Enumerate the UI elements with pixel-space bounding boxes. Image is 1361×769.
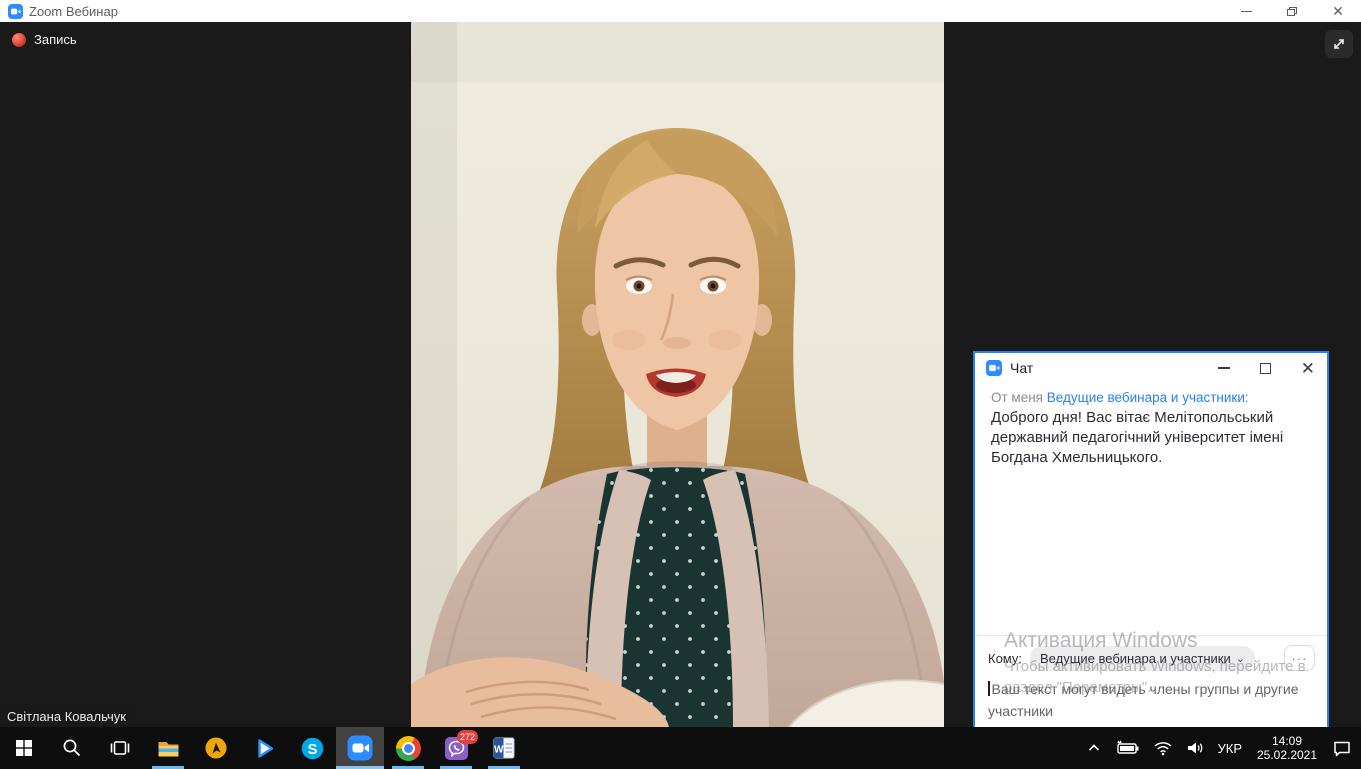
svg-text:S: S [307, 741, 317, 758]
windows-taskbar: S 272 [0, 727, 1361, 769]
record-dot-icon [12, 33, 26, 47]
play-icon [251, 735, 278, 762]
windows-logo-icon [12, 736, 36, 760]
restore-button[interactable] [1269, 0, 1315, 22]
volume-status-icon[interactable] [1183, 727, 1207, 769]
clock-date: 25.02.2021 [1257, 748, 1317, 762]
chat-window: Чат ✕ От меня Ведущие вебинара и участни… [973, 351, 1329, 732]
task-view-button[interactable] [96, 727, 144, 769]
meeting-content-area: Запись [0, 22, 1361, 727]
chevron-down-icon: ⌄ [1236, 652, 1245, 665]
search-icon [60, 736, 84, 760]
chat-maximize-button[interactable] [1260, 363, 1271, 374]
chat-minimize-button[interactable] [1218, 367, 1230, 369]
window-titlebar: Zoom Вебинар ✕ [0, 0, 1361, 22]
chrome-icon [396, 736, 421, 761]
text-caret [988, 681, 990, 696]
battery-status-icon[interactable] [1112, 727, 1143, 769]
aimp-icon [203, 735, 229, 761]
zoom-webinar-window: Zoom Вебинар ✕ Запись [0, 0, 1361, 769]
ellipsis-icon: ··· [1292, 651, 1308, 666]
file-explorer-icon [155, 735, 182, 762]
viber-button[interactable]: 272 [432, 727, 480, 769]
minimize-button[interactable] [1223, 0, 1269, 22]
chat-message-list[interactable]: От меня Ведущие вебинара и участники: До… [975, 383, 1327, 635]
skype-button[interactable]: S [288, 727, 336, 769]
fullscreen-button[interactable] [1325, 30, 1353, 58]
clock[interactable]: 14:09 25.02.2021 [1252, 727, 1322, 769]
search-button[interactable] [48, 727, 96, 769]
word-icon: W [491, 735, 517, 761]
system-tray: УКР 14:09 25.02.2021 [1083, 727, 1361, 769]
viber-notification-badge: 272 [457, 730, 478, 744]
recording-indicator: Запись [12, 32, 77, 47]
chat-input-field[interactable]: Ваш текст могут видеть члены группы и др… [988, 678, 1300, 722]
action-center-button[interactable] [1329, 727, 1355, 769]
chrome-button[interactable] [384, 727, 432, 769]
chat-title: Чат [1010, 360, 1033, 376]
close-button[interactable]: ✕ [1315, 0, 1361, 22]
wifi-status-icon[interactable] [1150, 727, 1176, 769]
zoom-taskbar-button[interactable] [336, 727, 384, 769]
clock-time: 14:09 [1257, 734, 1317, 748]
start-button[interactable] [0, 727, 48, 769]
chat-to-label: Кому: [988, 651, 1022, 666]
file-explorer-button[interactable] [144, 727, 192, 769]
skype-icon: S [299, 735, 326, 762]
speaker-video-feed [411, 22, 944, 727]
word-button[interactable]: W [480, 727, 528, 769]
chat-recipient-value: Ведущие вебинара и участники [1040, 651, 1231, 666]
media-player-button[interactable] [240, 727, 288, 769]
recording-label: Запись [34, 32, 77, 47]
zoom-icon [346, 734, 374, 762]
window-controls: ✕ [1223, 0, 1361, 22]
aimp-button[interactable] [192, 727, 240, 769]
task-view-icon [107, 735, 133, 761]
chat-recipient-dropdown[interactable]: Ведущие вебинара и участники ⌄ [1030, 646, 1255, 671]
chat-compose-area: Кому: Ведущие вебинара и участники ⌄ ···… [975, 635, 1327, 730]
tray-expand-button[interactable] [1083, 727, 1105, 769]
svg-text:W: W [494, 745, 504, 756]
chat-message-meta: От меня Ведущие вебинара и участники: [991, 390, 1311, 405]
chat-header[interactable]: Чат ✕ [975, 353, 1327, 383]
window-title: Zoom Вебинар [29, 4, 118, 19]
chevron-up-icon [1086, 740, 1102, 756]
active-speaker-name-tag: Світлана Ковальчук [0, 706, 136, 727]
chat-input-placeholder: Ваш текст могут видеть члены группы и др… [988, 681, 1299, 719]
chat-message-text: Доброго дня! Вас вітає Мелітопольський д… [991, 408, 1321, 468]
action-center-icon [1332, 739, 1352, 757]
chat-recipient-group-link[interactable]: Ведущие вебинара и участники: [1047, 390, 1249, 405]
chat-close-button[interactable]: ✕ [1301, 360, 1315, 377]
language-indicator[interactable]: УКР [1214, 727, 1245, 769]
fullscreen-expand-icon [1330, 35, 1348, 53]
chat-more-button[interactable]: ··· [1284, 645, 1315, 671]
zoom-app-icon [8, 4, 23, 19]
chat-zoom-icon [986, 360, 1002, 376]
chat-from-label: От меня [991, 390, 1043, 405]
